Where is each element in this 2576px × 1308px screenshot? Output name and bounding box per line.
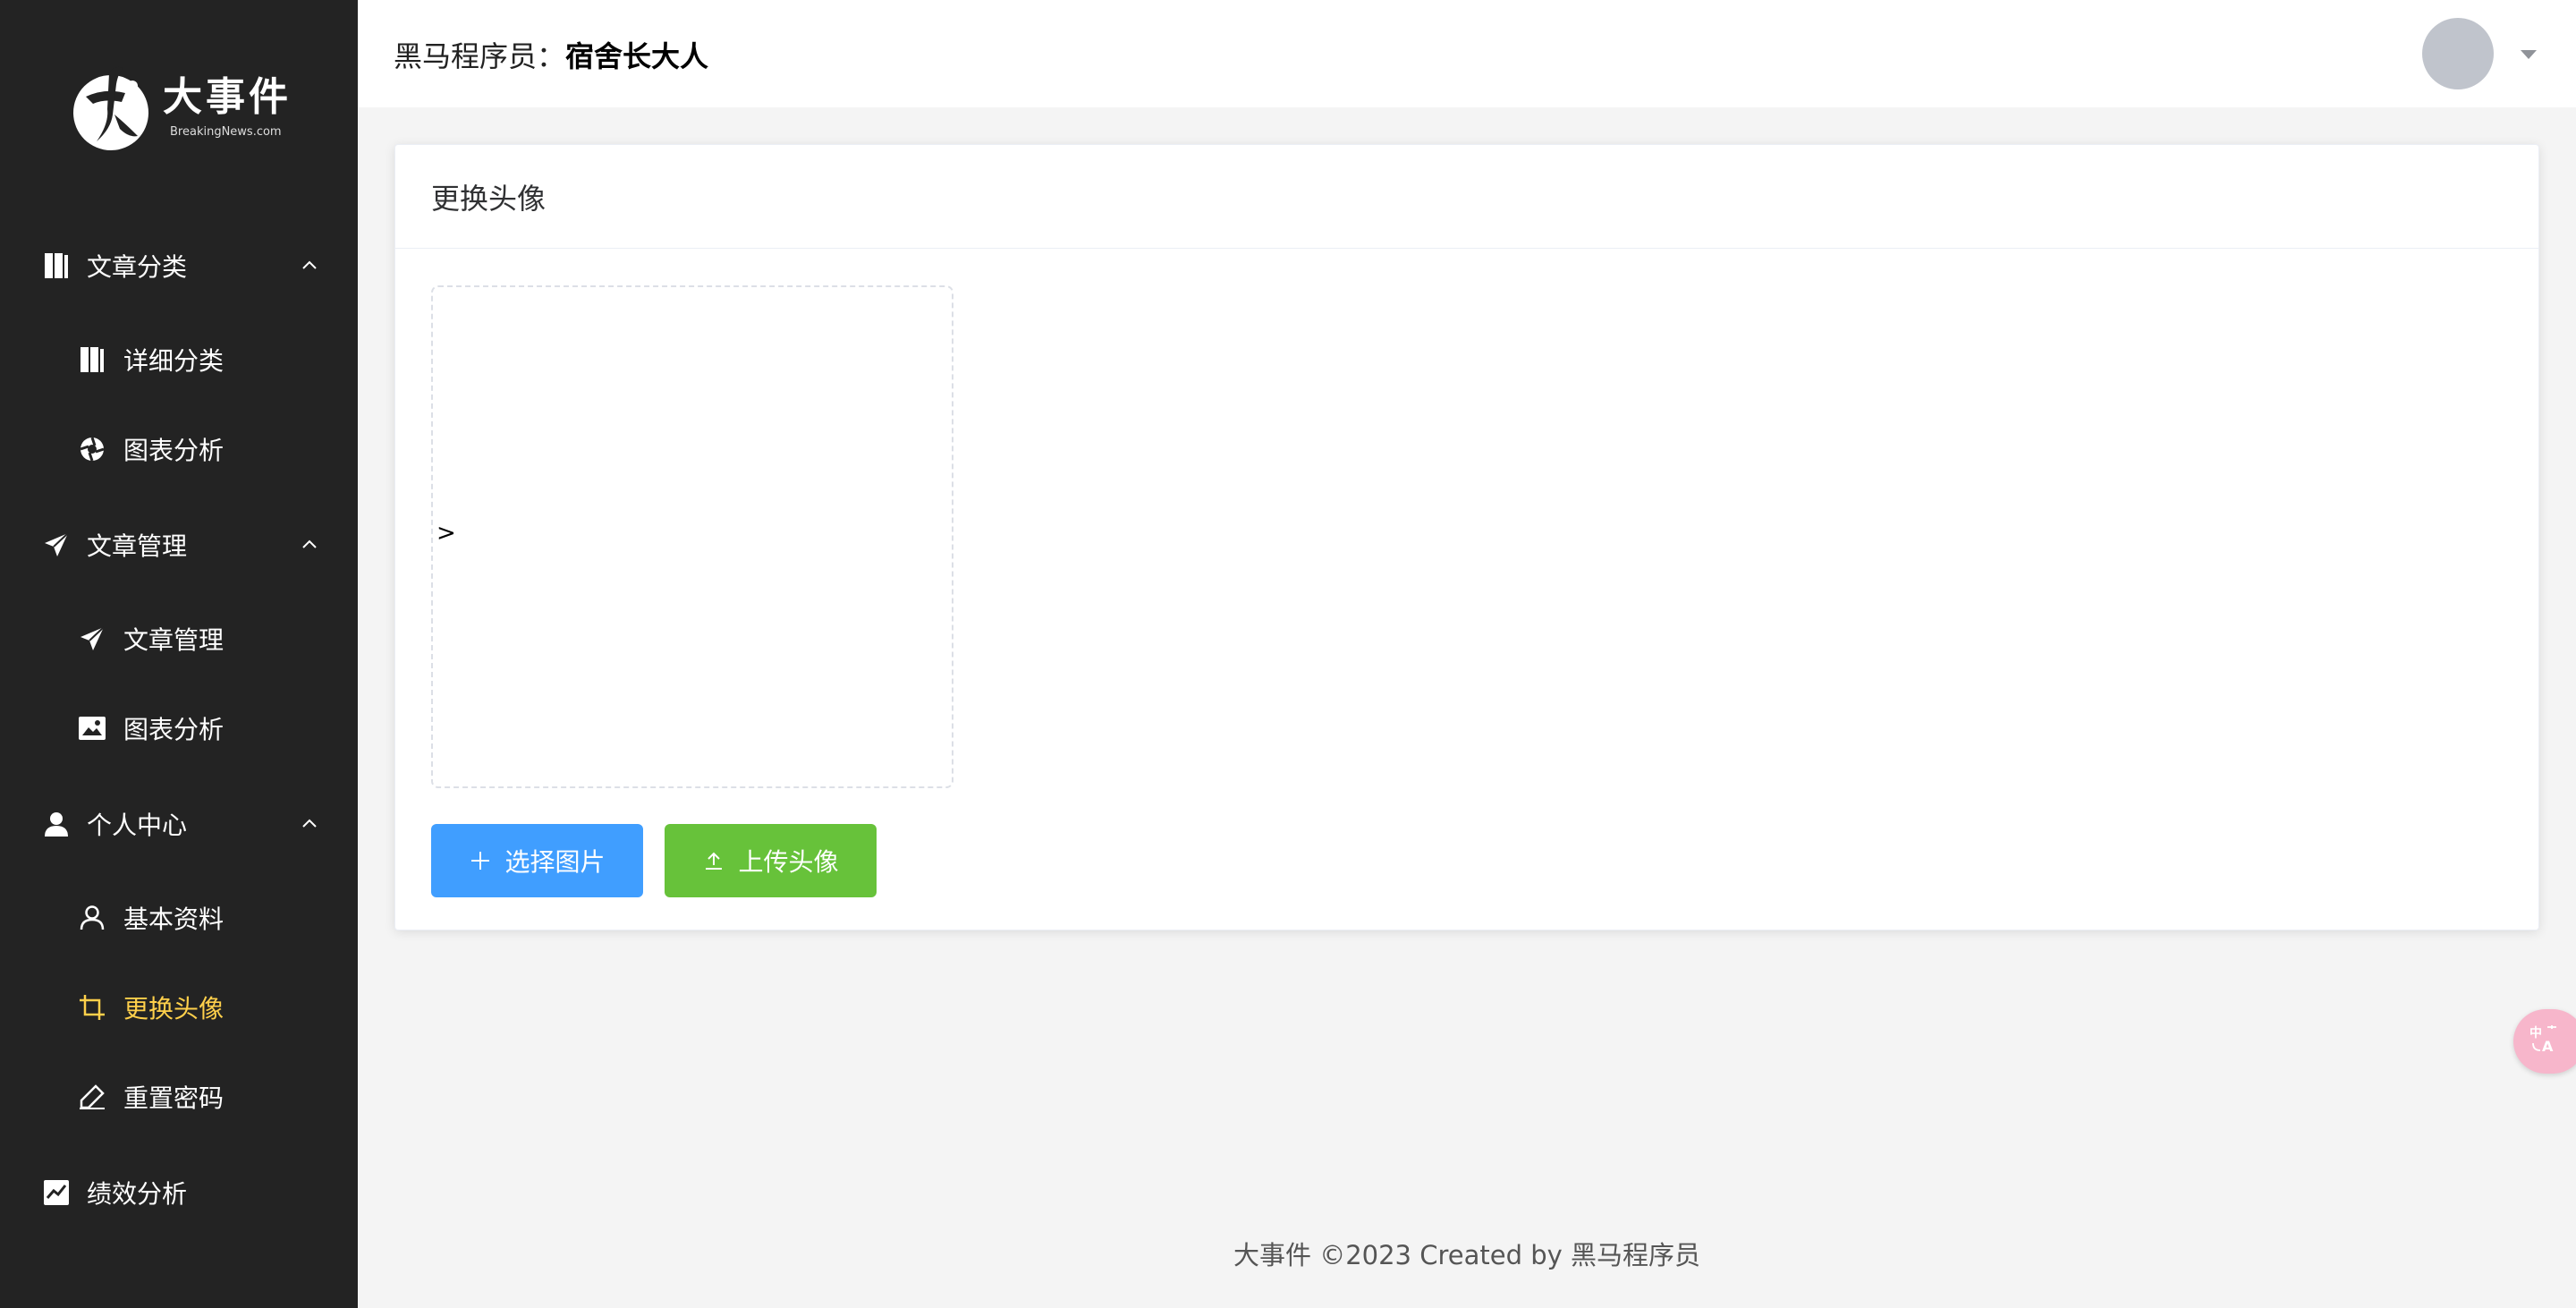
menu-article-category[interactable]: 文章分类: [0, 221, 358, 310]
paper-plane-icon: [43, 531, 70, 558]
select-image-button[interactable]: 选择图片: [431, 824, 643, 897]
svg-text:中: 中: [2529, 1025, 2542, 1040]
svg-text:A: A: [2542, 1038, 2554, 1054]
chevron-up-icon: [302, 819, 317, 828]
user-solid-icon: [43, 811, 70, 837]
menu-category-chart[interactable]: 图表分析: [0, 404, 358, 494]
user-outline-icon: [79, 905, 106, 931]
chevron-up-icon: [302, 539, 317, 548]
edit-pen-icon: [79, 1083, 106, 1110]
upload-avatar-label: 上传头像: [738, 847, 839, 877]
menu-article-chart[interactable]: 图表分析: [0, 684, 358, 773]
menu-label: 个人中心: [87, 811, 188, 840]
menu-label: 重置密码: [123, 1083, 225, 1113]
crop-icon: [79, 994, 106, 1021]
menu-label: 绩效分析: [87, 1179, 188, 1209]
menu-basic-info[interactable]: 基本资料: [0, 873, 358, 963]
logo-subtitle: BreakingNews.com: [170, 124, 282, 139]
menu-label: 文章管理: [123, 625, 225, 655]
menu-performance[interactable]: 绩效分析: [0, 1148, 358, 1237]
trend-chart-icon: [43, 1179, 70, 1206]
logo-mark-icon: [70, 61, 156, 154]
upload-avatar-button[interactable]: 上传头像: [665, 824, 877, 897]
footer: 大事件 ©2023 Created by 黑马程序员: [1233, 1240, 1700, 1270]
username: 宿舍长大人: [565, 39, 709, 73]
menu-label: 文章管理: [87, 531, 188, 561]
avatar-preview-box: >: [431, 285, 953, 788]
menu-label: 详细分类: [123, 346, 225, 376]
welcome-prefix: 黑马程序员：: [394, 39, 566, 73]
logo[interactable]: 大事件 BreakingNews.com: [70, 59, 293, 156]
sidebar: 大事件 BreakingNews.com 文章分类 详细分类 图表分析 文章管理: [0, 0, 358, 1308]
chevron-up-icon: [302, 260, 317, 269]
preview-text: >: [436, 520, 456, 547]
plus-icon: [469, 849, 492, 872]
paper-plane-icon: [79, 625, 106, 652]
translate-icon: 中A: [2529, 1023, 2560, 1059]
menu-reset-password[interactable]: 重置密码: [0, 1052, 358, 1142]
select-image-label: 选择图片: [504, 847, 606, 877]
menu-label: 图表分析: [123, 436, 225, 465]
menu-label: 文章分类: [87, 252, 188, 282]
menu-article-manage-group[interactable]: 文章管理: [0, 500, 358, 590]
menu-detail-category[interactable]: 详细分类: [0, 315, 358, 404]
translate-float-button[interactable]: 中A: [2513, 1009, 2576, 1074]
card-title: 更换头像: [395, 145, 2538, 249]
logo-title: 大事件: [163, 74, 292, 121]
aperture-icon: [79, 436, 106, 463]
menu-label: 基本资料: [123, 905, 225, 934]
menu-label: 更换头像: [123, 994, 225, 1023]
welcome-text: 黑马程序员：宿舍长大人: [394, 34, 708, 75]
picture-icon: [79, 715, 106, 742]
change-avatar-card: 更换头像 > 选择图片 上传头像: [394, 144, 2539, 930]
menu-personal-center[interactable]: 个人中心: [0, 779, 358, 869]
menu-change-avatar[interactable]: 更换头像: [0, 963, 358, 1052]
avatar[interactable]: [2422, 18, 2494, 89]
upload-icon: [702, 849, 725, 872]
menu-label: 图表分析: [123, 715, 225, 744]
book-icon: [79, 346, 106, 373]
menu-article-manage[interactable]: 文章管理: [0, 594, 358, 684]
caret-down-icon[interactable]: [2521, 50, 2537, 59]
top-header: 黑马程序员：宿舍长大人: [358, 0, 2576, 107]
book-icon: [43, 252, 70, 279]
